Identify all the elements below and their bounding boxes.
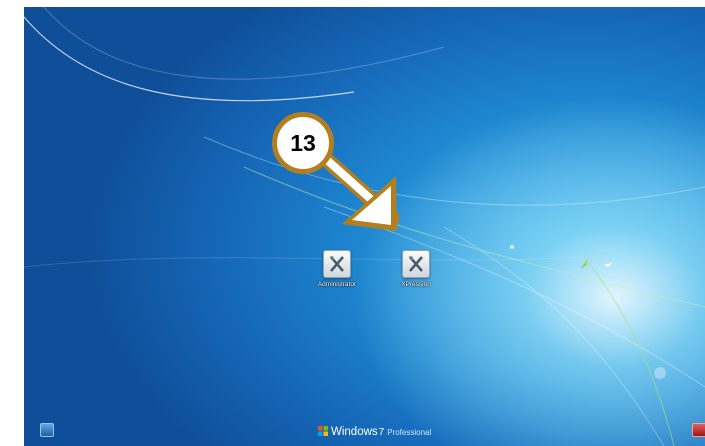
- step-callout: 13: [272, 112, 346, 186]
- callout-arrow: [310, 144, 400, 231]
- brand-name: Windows: [331, 426, 378, 438]
- windows-flag-icon: [318, 426, 328, 436]
- step-callout-circle: 13: [272, 112, 334, 174]
- step-number: 13: [290, 129, 316, 156]
- power-button[interactable]: [692, 423, 705, 437]
- brand-version: 7: [378, 427, 385, 438]
- windows-branding: Windows 7 Professional: [318, 425, 431, 438]
- brand-edition: Professional: [387, 428, 432, 437]
- ease-of-access-button[interactable]: [40, 423, 54, 437]
